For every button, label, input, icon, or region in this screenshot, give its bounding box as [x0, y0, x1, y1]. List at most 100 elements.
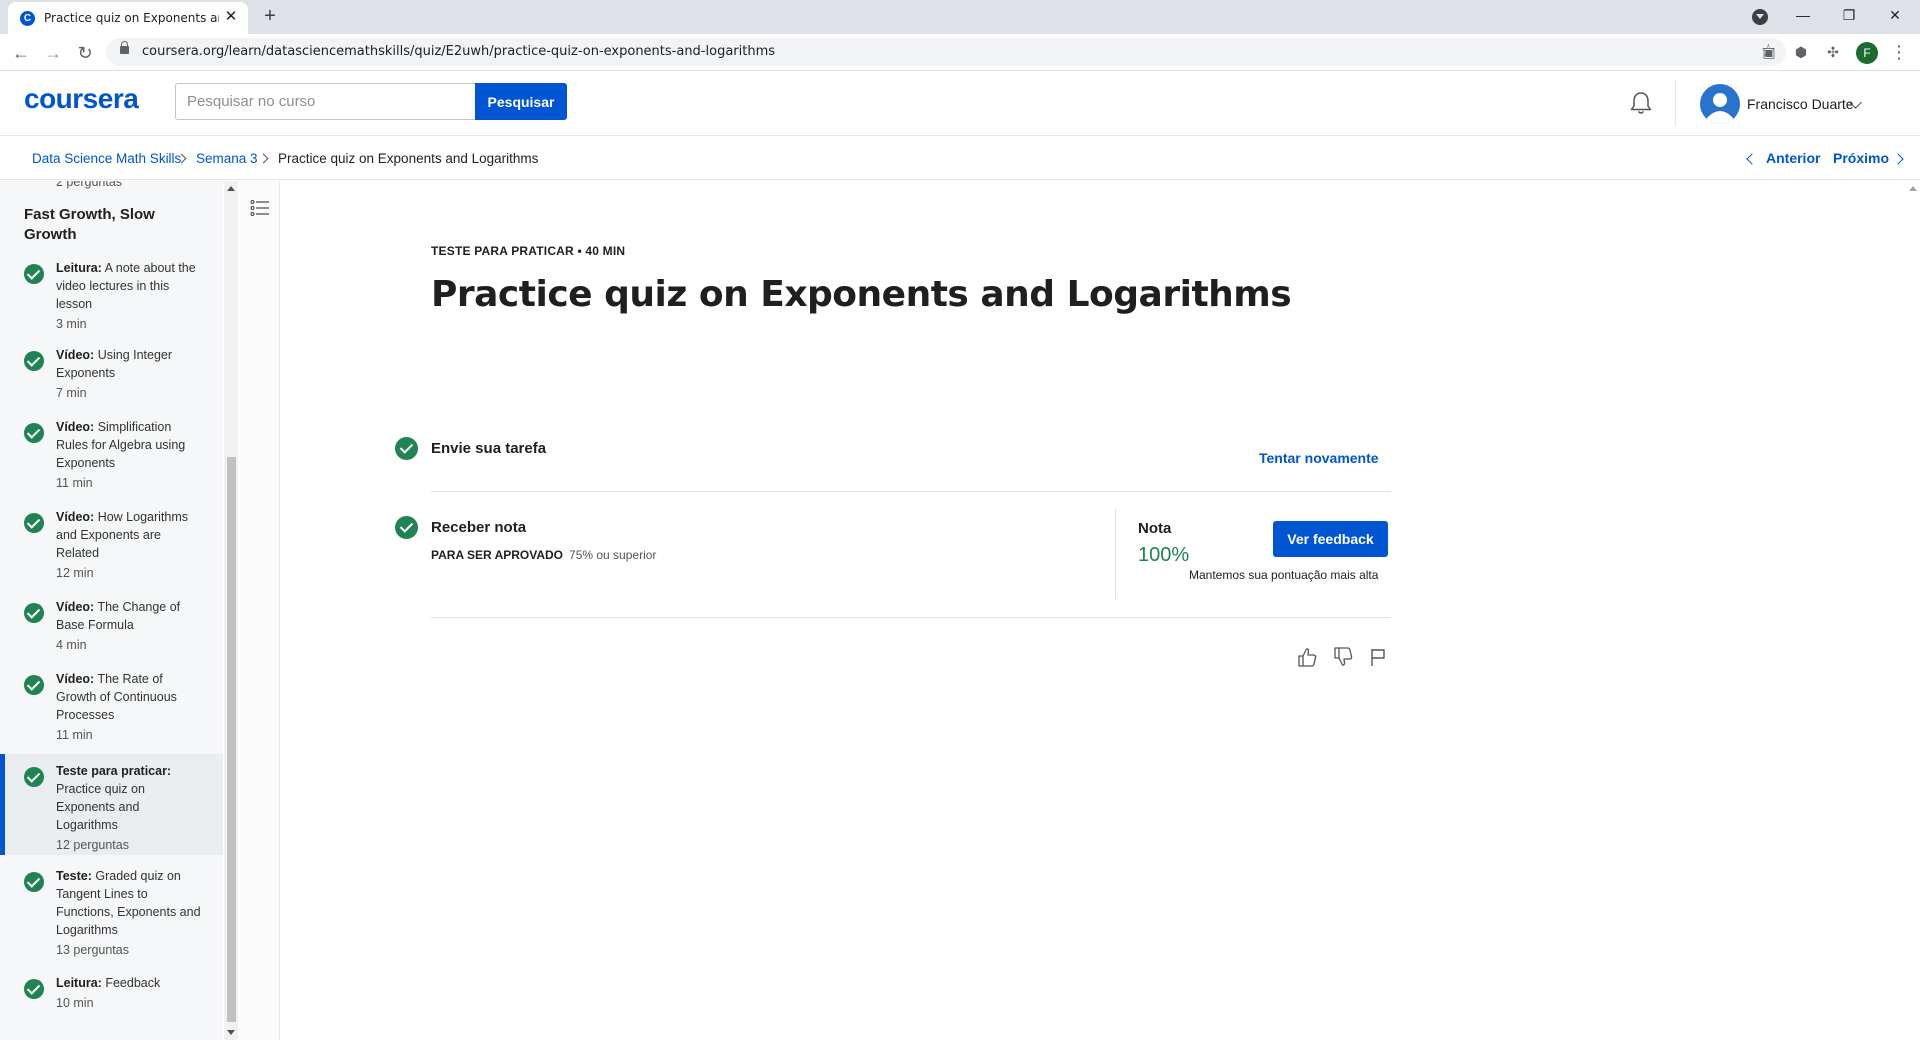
url-text[interactable]: coursera.org/learn/datasciencemathskills… — [142, 44, 775, 59]
sidebar-item-text: Teste para praticar: Practice quiz on Ex… — [56, 762, 201, 854]
item-meta: 3 min — [56, 317, 87, 331]
close-window-button[interactable]: ✕ — [1872, 0, 1918, 34]
check-icon — [24, 979, 44, 999]
chevron-right-icon[interactable] — [1892, 153, 1904, 165]
address-bar[interactable]: coursera.org/learn/datasciencemathskills… — [106, 38, 1786, 66]
reload-icon[interactable]: ↻ — [72, 40, 98, 66]
item-type: Vídeo: — [56, 420, 95, 434]
item-title: Practice quiz on Exponents and Logarithm… — [56, 782, 145, 832]
list-item-meta: 2 perguntas — [56, 181, 123, 189]
item-meta: 4 min — [56, 638, 87, 652]
step-grade-title: Receber nota — [431, 519, 527, 536]
breadcrumb-week[interactable]: Semana 3 — [196, 151, 258, 166]
item-meta: 7 min — [56, 386, 87, 400]
grade-label: Nota — [1138, 520, 1172, 537]
sidebar-item[interactable]: Vídeo: Simplification Rules for Algebra … — [0, 417, 223, 495]
sidebar-item[interactable]: Vídeo: Using Integer Exponents 7 min — [0, 345, 223, 405]
chevron-right-icon — [258, 153, 269, 164]
close-tab-icon[interactable]: ✕ — [222, 8, 240, 26]
main-scrollbar[interactable] — [1906, 181, 1920, 1040]
new-tab-button[interactable]: + — [258, 5, 282, 29]
browser-toolbar: ← → ↻ coursera.org/learn/datasciencemath… — [0, 34, 1920, 71]
sidebar-scrollbar[interactable] — [224, 181, 238, 1040]
check-icon — [24, 513, 44, 533]
pass-value: 75% ou superior — [569, 548, 657, 562]
item-type: Vídeo: — [56, 510, 95, 524]
view-feedback-button[interactable]: Ver feedback — [1273, 521, 1388, 557]
check-icon — [24, 264, 44, 284]
check-icon — [395, 437, 418, 460]
step-submit-title: Envie sua tarefa — [431, 440, 547, 457]
coursera-logo[interactable]: coursera — [24, 83, 139, 115]
grade-note: Mantemos sua pontuação mais alta — [1189, 568, 1379, 582]
sidebar-item[interactable]: Vídeo: The Change of Base Formula 4 min — [0, 597, 223, 657]
minimize-button[interactable]: — — [1780, 0, 1826, 34]
search-input[interactable] — [175, 83, 475, 120]
breadcrumb-course[interactable]: Data Science Math Skills — [32, 151, 181, 166]
sidebar-item[interactable]: Vídeo: The Rate of Growth of Continuous … — [0, 669, 223, 747]
user-avatar-icon[interactable] — [1700, 84, 1740, 124]
browser-tabbar: C Practice quiz on Exponents and L ✕ + —… — [0, 0, 1920, 34]
thumbs-up-icon[interactable] — [1296, 646, 1318, 668]
scrollbar-thumb[interactable] — [227, 457, 236, 1022]
thumbs-down-icon[interactable] — [1332, 646, 1354, 668]
check-icon — [395, 516, 418, 539]
back-icon[interactable]: ← — [8, 40, 34, 66]
sidebar-item-text: Vídeo: How Logarithms and Exponents are … — [56, 508, 201, 582]
lock-icon[interactable] — [120, 41, 129, 54]
item-meta: 12 min — [56, 566, 94, 580]
restore-button[interactable]: ❐ — [1826, 0, 1872, 34]
check-icon — [24, 675, 44, 695]
sidebar-item-active[interactable]: Teste para praticar: Practice quiz on Ex… — [0, 754, 223, 855]
item-type: Vídeo: — [56, 672, 95, 686]
check-icon — [24, 351, 44, 371]
check-icon — [24, 423, 44, 443]
lesson-title: Fast Growth, Slow Growth — [24, 206, 155, 243]
retry-button[interactable]: Tentar novamente — [1259, 450, 1379, 466]
extension-icon[interactable]: ⬢ — [1792, 43, 1810, 61]
puzzle-icon[interactable]: ✣ — [1824, 43, 1842, 61]
outline-icon[interactable] — [250, 199, 270, 217]
check-icon — [24, 767, 44, 787]
profile-avatar[interactable]: F — [1856, 42, 1878, 64]
breadcrumb-current: Practice quiz on Exponents and Logarithm… — [278, 151, 539, 166]
item-type: Teste: — [56, 869, 92, 883]
sidebar-item[interactable]: Teste: Graded quiz on Tangent Lines to F… — [0, 865, 223, 961]
sidebar-item-text: Teste: Graded quiz on Tangent Lines to F… — [56, 867, 201, 959]
search-button[interactable]: Pesquisar — [475, 83, 567, 120]
tab-title: Practice quiz on Exponents and L — [44, 11, 219, 25]
item-type: Leitura: — [56, 976, 102, 990]
item-meta: 13 perguntas — [56, 943, 129, 957]
scroll-up-icon[interactable] — [227, 186, 235, 191]
previous-link[interactable]: Anterior — [1766, 150, 1820, 166]
pass-requirement: PARA SER APROVADO 75% ou superior — [431, 548, 656, 562]
tab-search-icon[interactable] — [1752, 9, 1768, 25]
site-header: coursera Pesquisar Francisco Duarte — [0, 71, 1920, 136]
item-title: Feedback — [105, 976, 161, 990]
course-sidebar: 2 perguntas Fast Growth, Slow Growth Lei… — [0, 181, 223, 1040]
item-meta: 12 perguntas — [56, 838, 129, 852]
item-type: Teste para praticar: — [56, 764, 172, 778]
scroll-down-icon[interactable] — [227, 1030, 235, 1035]
scroll-up-icon[interactable] — [1909, 186, 1917, 191]
check-icon — [24, 872, 44, 892]
sidebar-item[interactable]: Leitura: Feedback 10 min — [0, 973, 223, 1017]
user-name[interactable]: Francisco Duarte — [1747, 96, 1854, 112]
quiz-label: TESTE PARA PRATICAR • 40 MIN — [431, 244, 626, 258]
menu-icon[interactable]: ⋮ — [1890, 42, 1908, 63]
forward-icon[interactable]: → — [40, 40, 66, 66]
page-title: Practice quiz on Exponents and Logarithm… — [431, 274, 1292, 315]
bell-icon[interactable] — [1628, 90, 1654, 116]
chevron-left-icon[interactable] — [1746, 153, 1758, 165]
browser-tab[interactable]: C Practice quiz on Exponents and L ✕ — [8, 2, 248, 34]
sidebar-item-text: Vídeo: Using Integer Exponents 7 min — [56, 346, 201, 402]
sidebar-item-text: Vídeo: The Rate of Growth of Continuous … — [56, 670, 201, 744]
sidebar-item[interactable]: Vídeo: How Logarithms and Exponents are … — [0, 507, 223, 585]
breadcrumb: Data Science Math Skills Semana 3 Practi… — [0, 136, 1920, 180]
next-link[interactable]: Próximo — [1833, 150, 1889, 166]
flag-icon[interactable] — [1367, 646, 1389, 668]
sidebar-item[interactable]: Leitura: A note about the video lectures… — [0, 256, 223, 336]
pass-label: PARA SER APROVADO — [431, 548, 564, 562]
sidebar-toggle-column — [240, 181, 280, 1040]
extension-icon[interactable]: ▣ — [1760, 43, 1778, 61]
